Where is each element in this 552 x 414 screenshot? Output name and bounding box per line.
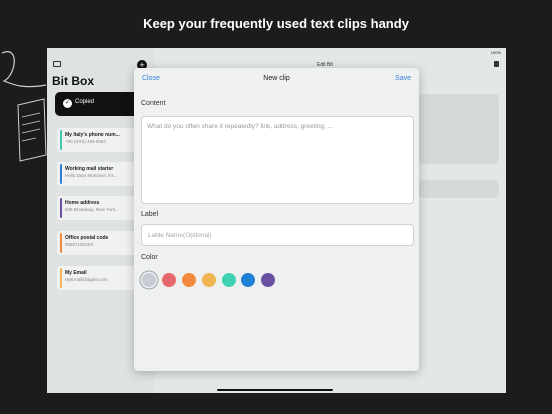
- clip-subtitle: +90 (XXX) 469 0064: [65, 139, 106, 144]
- clip-subtitle: 638 Broadway, New York...: [65, 207, 119, 212]
- label-input[interactable]: [141, 224, 414, 246]
- color-swatch-yellow[interactable]: [202, 273, 216, 287]
- content-label: Content: [141, 100, 166, 107]
- ipad-screen: 1:58 PM Sun Jan 3 100% + Bit Box ✓ Copie…: [47, 48, 506, 393]
- clip-color-bar: [60, 233, 62, 253]
- clip-card[interactable]: Home address 638 Broadway, New York...: [57, 196, 137, 220]
- clip-subtitle: MyEmail@apple.com: [65, 277, 108, 282]
- checkmark-icon: ✓: [63, 99, 72, 108]
- clip-color-bar: [60, 268, 62, 288]
- color-swatch-purple[interactable]: [261, 273, 275, 287]
- clip-color-bar: [60, 130, 62, 150]
- modal-title: New clip: [263, 75, 290, 82]
- copied-row[interactable]: ✓ Copied: [55, 92, 145, 116]
- home-indicator: [217, 389, 333, 391]
- color-swatch-gray[interactable]: [142, 273, 156, 287]
- copied-label: Copied: [75, 99, 95, 105]
- content-textarea[interactable]: [141, 116, 414, 204]
- clip-color-bar: [60, 164, 62, 184]
- save-button[interactable]: Save: [395, 75, 411, 82]
- clip-title: Working mail starter: [65, 166, 114, 172]
- detail-card: [419, 94, 499, 164]
- label-label: Label: [141, 211, 159, 218]
- chalk-doodle-illustration: [1, 51, 47, 162]
- clip-color-bar: [60, 198, 62, 218]
- color-swatch-red[interactable]: [162, 273, 176, 287]
- clip-subtitle: Hello Dear Monsieur, it's...: [65, 173, 118, 178]
- clip-card[interactable]: My Italy's phone num... +90 (XXX) 469 00…: [57, 128, 137, 152]
- detail-field: [419, 180, 499, 198]
- color-swatch-teal[interactable]: [222, 273, 236, 287]
- clip-title: My Email: [65, 270, 87, 276]
- trash-icon[interactable]: [494, 61, 499, 67]
- headline: Keep your frequently used text clips han…: [143, 16, 409, 31]
- battery-indicator: 100%: [490, 50, 501, 55]
- clip-card[interactable]: Office postal code 005571653XX: [57, 231, 137, 255]
- color-swatch-orange[interactable]: [182, 273, 196, 287]
- clip-card[interactable]: Working mail starter Hello Dear Monsieur…: [57, 162, 137, 186]
- color-label: Color: [141, 254, 158, 261]
- app-title: Bit Box: [52, 74, 94, 88]
- clip-subtitle: 005571653XX: [65, 242, 94, 247]
- color-swatch-blue[interactable]: [241, 273, 255, 287]
- clip-card[interactable]: My Email MyEmail@apple.com: [57, 266, 137, 290]
- clip-title: Home address: [65, 200, 100, 206]
- clip-title: Office postal code: [65, 235, 109, 241]
- sidebar-toggle-icon[interactable]: [53, 61, 61, 67]
- new-clip-modal: Close New clip Save Content Label Color: [134, 68, 419, 371]
- clip-title: My Italy's phone num...: [65, 132, 120, 138]
- modal-header: Close New clip Save: [134, 68, 419, 90]
